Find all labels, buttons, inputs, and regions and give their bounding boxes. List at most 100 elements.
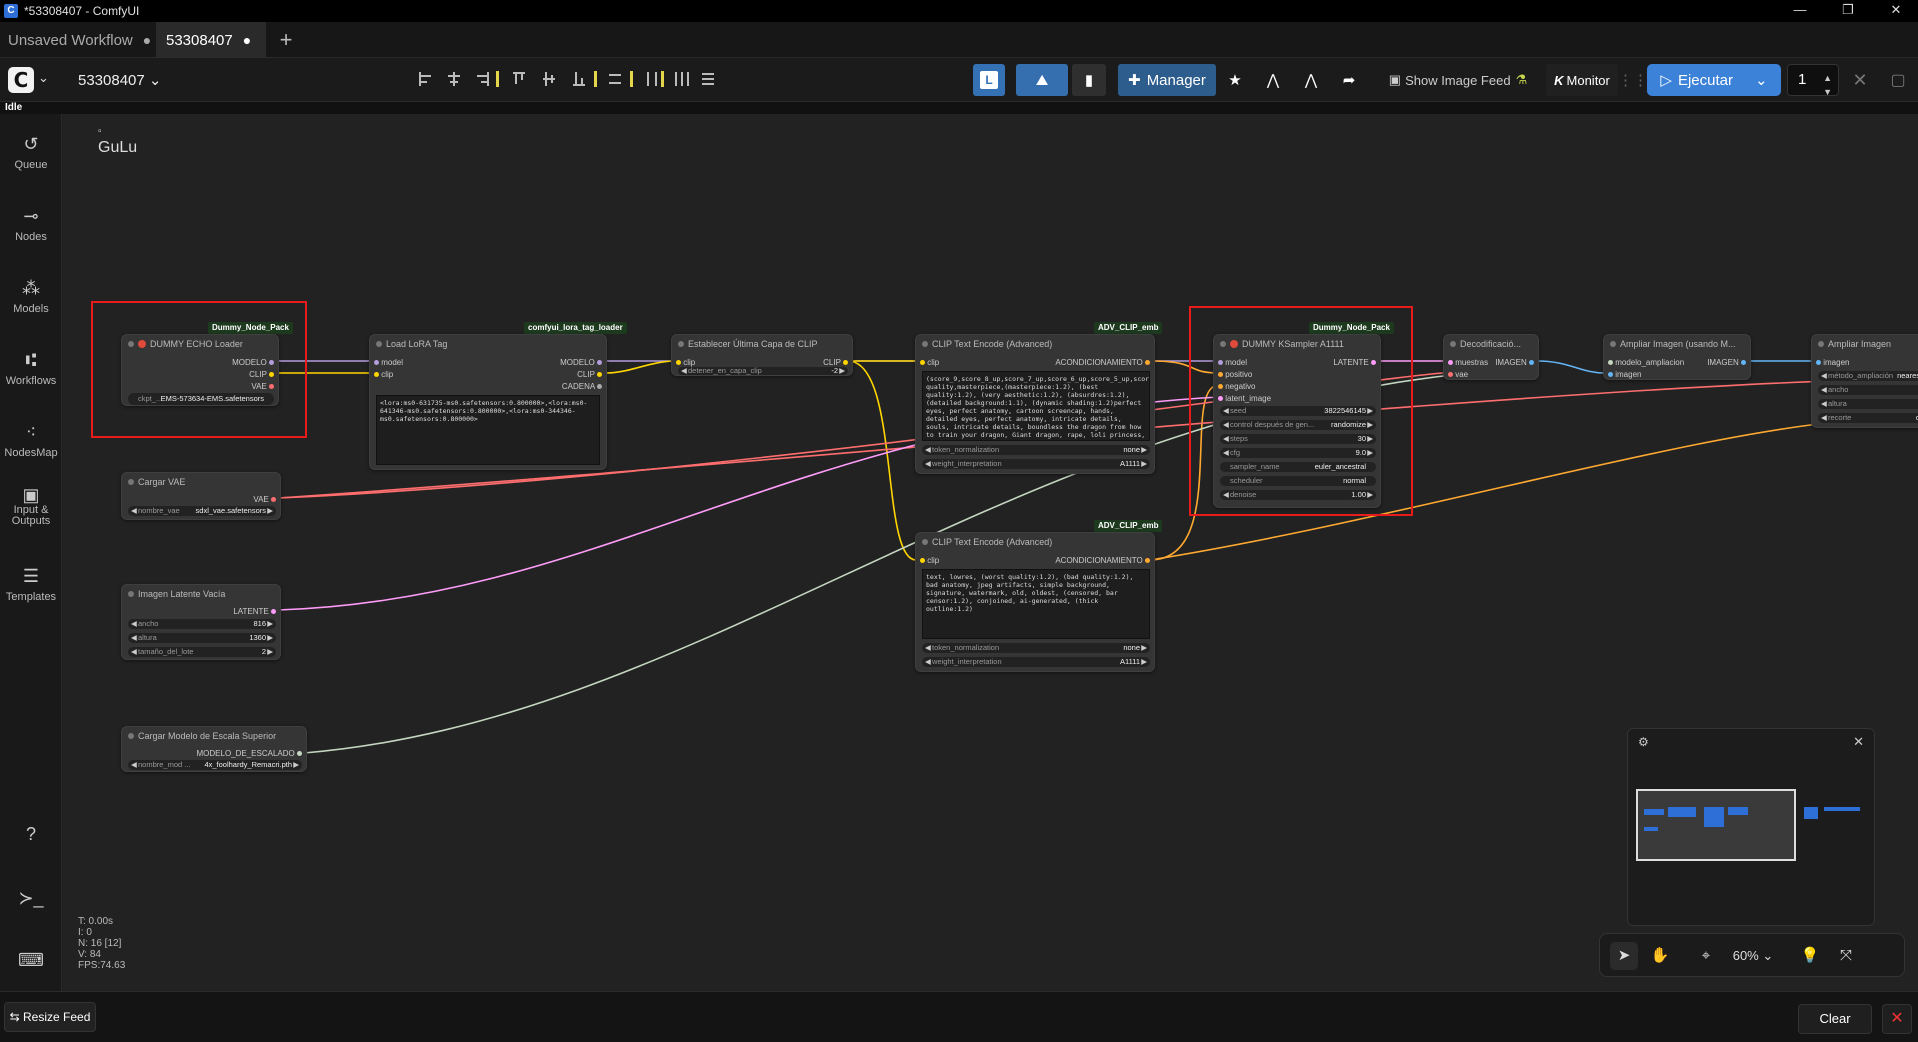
equal-spacing-icon[interactable]	[673, 69, 691, 89]
input-slot[interactable]: model	[374, 358, 403, 368]
output-slot[interactable]: LATENTE	[233, 607, 276, 617]
maximize-button[interactable]: ❐	[1828, 0, 1868, 22]
distribute-horizontal-icon[interactable]	[606, 69, 624, 89]
arrow-left-icon[interactable]: ◀	[925, 643, 931, 653]
input-slot[interactable]: clip	[374, 370, 393, 380]
keyboard-icon[interactable]: ⌨	[0, 950, 62, 975]
tab-53308407[interactable]: 53308407 ●	[156, 22, 266, 58]
show-image-feed-button[interactable]: ▣ Show Image Feed ⚗	[1383, 64, 1533, 96]
input-slot[interactable]: clip	[920, 358, 939, 368]
output-slot[interactable]: ACONDICIONAMIENTO	[1055, 556, 1150, 566]
arrow-left-icon[interactable]: ◀	[1821, 371, 1827, 381]
sidebar-item-templates[interactable]: ☰ Templates	[0, 566, 62, 603]
sidebar-item-queue[interactable]: ↺ Queue	[0, 134, 62, 171]
crop-widget[interactable]: ◀ recorte d	[1818, 413, 1918, 423]
output-slot[interactable]: CLIP	[577, 370, 602, 380]
workflow-name-dropdown[interactable]: 53308407 ⌄	[78, 71, 162, 89]
select-pointer-icon[interactable]: ➤	[1610, 942, 1638, 970]
node-clip-set-last-layer[interactable]: Establecer Última Capa de CLIP clip CLIP…	[671, 334, 853, 376]
zoom-dropdown[interactable]: 60% ⌄	[1728, 942, 1778, 970]
output-slot[interactable]: CADENA	[562, 382, 602, 392]
arrow-right-icon[interactable]: ▶	[1141, 643, 1147, 653]
toggle-panel-icon[interactable]: ▢	[1884, 64, 1912, 96]
input-slot[interactable]: muestras	[1448, 358, 1488, 368]
output-slot[interactable]: IMAGEN	[1707, 358, 1746, 368]
output-slot[interactable]: ACONDICIONAMIENTO	[1055, 358, 1150, 368]
node-clip-encode-positive[interactable]: CLIP Text Encode (Advanced) clip ACONDIC…	[915, 334, 1155, 474]
run-count-input[interactable]: 1 ▲ ▼	[1787, 64, 1839, 97]
new-tab-plus-icon[interactable]: +	[273, 22, 299, 58]
batch-size-widget[interactable]: ◀ tamaño_del_lote 2 ▶	[128, 647, 276, 657]
minimap[interactable]: ⚙ ✕	[1627, 728, 1875, 926]
arrow-left-icon[interactable]: ◀	[1821, 413, 1827, 423]
align-middle-icon[interactable]	[540, 69, 558, 89]
distribute-vertical-icon[interactable]	[643, 69, 661, 89]
tab-unsaved-workflow[interactable]: Unsaved Workflow ●	[0, 22, 156, 58]
layout-toggle-icon[interactable]: L	[973, 64, 1005, 96]
arrow-right-icon[interactable]: ▶	[1141, 445, 1147, 455]
arrow-left-icon[interactable]: ◀	[131, 760, 137, 770]
align-top-icon[interactable]	[510, 69, 528, 89]
vae-name-widget[interactable]: ◀ nombre_vae sdxl_vae.safetensors ▶	[128, 506, 276, 516]
close-window-button[interactable]: ✕	[1876, 0, 1916, 22]
close-feed-icon[interactable]: ✕	[1882, 1004, 1912, 1034]
resize-feed-button[interactable]: ⇆ Resize Feed	[4, 1002, 96, 1032]
arrow-left-icon[interactable]: ◀	[925, 459, 931, 469]
input-slot[interactable]: clip	[920, 556, 939, 566]
sidebar-item-workflows[interactable]: ⑆ Workflows	[0, 350, 62, 387]
hand-pan-icon[interactable]: ✋	[1646, 942, 1674, 970]
arrow-right-icon[interactable]: ▶	[267, 647, 273, 657]
node-upscale-image[interactable]: Ampliar Imagen imagen ◀ método_ampliación…	[1811, 334, 1918, 428]
upscale-method-widget[interactable]: ◀ método_ampliación neares	[1818, 371, 1918, 381]
align-right-icon[interactable]	[473, 69, 491, 89]
share-arrow-icon[interactable]: ➦	[1334, 64, 1364, 96]
clear-button[interactable]: Clear	[1798, 1004, 1872, 1034]
negative-prompt-input[interactable]: text, lowres, (worst quality:1.2), (bad …	[922, 569, 1150, 639]
sidebar-item-input-outputs[interactable]: ▣ Input & Outputs	[0, 486, 62, 527]
stop-at-clip-layer-widget[interactable]: ◀ detener_en_capa_clip -2 ▶	[678, 367, 848, 375]
graph-canvas[interactable]: ▫ GuLu Dummy_Node_Pack DUMMY ECHO Loader …	[63, 114, 1918, 991]
sidebar-item-nodes[interactable]: ⊸ Nodes	[0, 206, 62, 243]
arrow-right-icon[interactable]: ▶	[267, 633, 273, 643]
cancel-icon[interactable]: ✕	[1846, 64, 1874, 96]
node-load-lora-tag[interactable]: Load LoRA Tag model clip MODELO CLIP CAD…	[369, 334, 607, 470]
width-widget[interactable]: ◀ ancho	[1818, 385, 1918, 395]
monitor-button[interactable]: K Monitor	[1546, 64, 1618, 96]
arrow-left-icon[interactable]: ◀	[681, 367, 687, 375]
arrow-left-icon[interactable]: ◀	[131, 647, 137, 657]
weight-interpretation-widget[interactable]: ◀ weight_interpretation A1111 ▶	[922, 459, 1150, 469]
terminal-icon[interactable]: ≻_	[0, 888, 62, 913]
align-center-icon[interactable]	[445, 69, 463, 89]
arrow-right-icon[interactable]: ▶	[839, 367, 845, 375]
output-slot[interactable]: MODELO	[560, 358, 602, 368]
lightbulb-icon[interactable]: 💡	[1796, 942, 1824, 970]
run-queue-button[interactable]: ▷ Ejecutar ⌄	[1647, 64, 1781, 96]
node-vae-decode[interactable]: Decodificació... muestras vae IMAGEN	[1443, 334, 1539, 380]
arrow-left-icon[interactable]: ◀	[131, 619, 137, 629]
input-slot[interactable]: imagen	[1608, 370, 1641, 380]
share-wizard-icon[interactable]: ⋀	[1258, 64, 1288, 96]
output-slot[interactable]: VAE	[253, 495, 276, 505]
upscale-model-name-widget[interactable]: ◀ nombre_mod ... 4x_foolhardy_Remacri.pth ▶	[128, 760, 302, 770]
toggle-links-icon[interactable]: ⤧	[1832, 942, 1860, 970]
arrow-left-icon[interactable]: ◀	[131, 506, 137, 516]
drag-handle-icon[interactable]: ⋮⋮	[1618, 64, 1648, 96]
positive-prompt-input[interactable]: (score_9,score_8_up,score_7_up,score_6_u…	[922, 371, 1150, 441]
arrow-left-icon[interactable]: ◀	[1821, 399, 1827, 409]
help-icon[interactable]: ?	[0, 824, 62, 849]
manager-button[interactable]: ✚ Manager	[1118, 64, 1216, 96]
arrow-right-icon[interactable]: ▶	[1141, 657, 1147, 667]
weight-interpretation-widget[interactable]: ◀ weight_interpretation A1111 ▶	[922, 657, 1150, 667]
node-load-upscale-model[interactable]: Cargar Modelo de Escala Superior MODELO_…	[121, 726, 307, 772]
arrow-right-icon[interactable]: ▶	[267, 506, 273, 516]
minimap-viewport[interactable]	[1636, 789, 1796, 861]
node-load-vae[interactable]: Cargar VAE VAE ◀ nombre_vae sdxl_vae.safet…	[121, 472, 281, 520]
output-slot[interactable]: IMAGEN	[1495, 358, 1534, 368]
minimap-close-icon[interactable]: ✕	[1853, 734, 1864, 750]
arrow-right-icon[interactable]: ▶	[267, 619, 273, 629]
output-slot[interactable]: MODELO_DE_ESCALADO	[197, 749, 302, 759]
arrow-right-icon[interactable]: ▶	[1141, 459, 1147, 469]
chevron-down-icon[interactable]: ⌄	[38, 70, 49, 86]
arrow-right-icon[interactable]: ▶	[293, 760, 299, 770]
minimap-settings-icon[interactable]: ⚙	[1638, 735, 1649, 749]
